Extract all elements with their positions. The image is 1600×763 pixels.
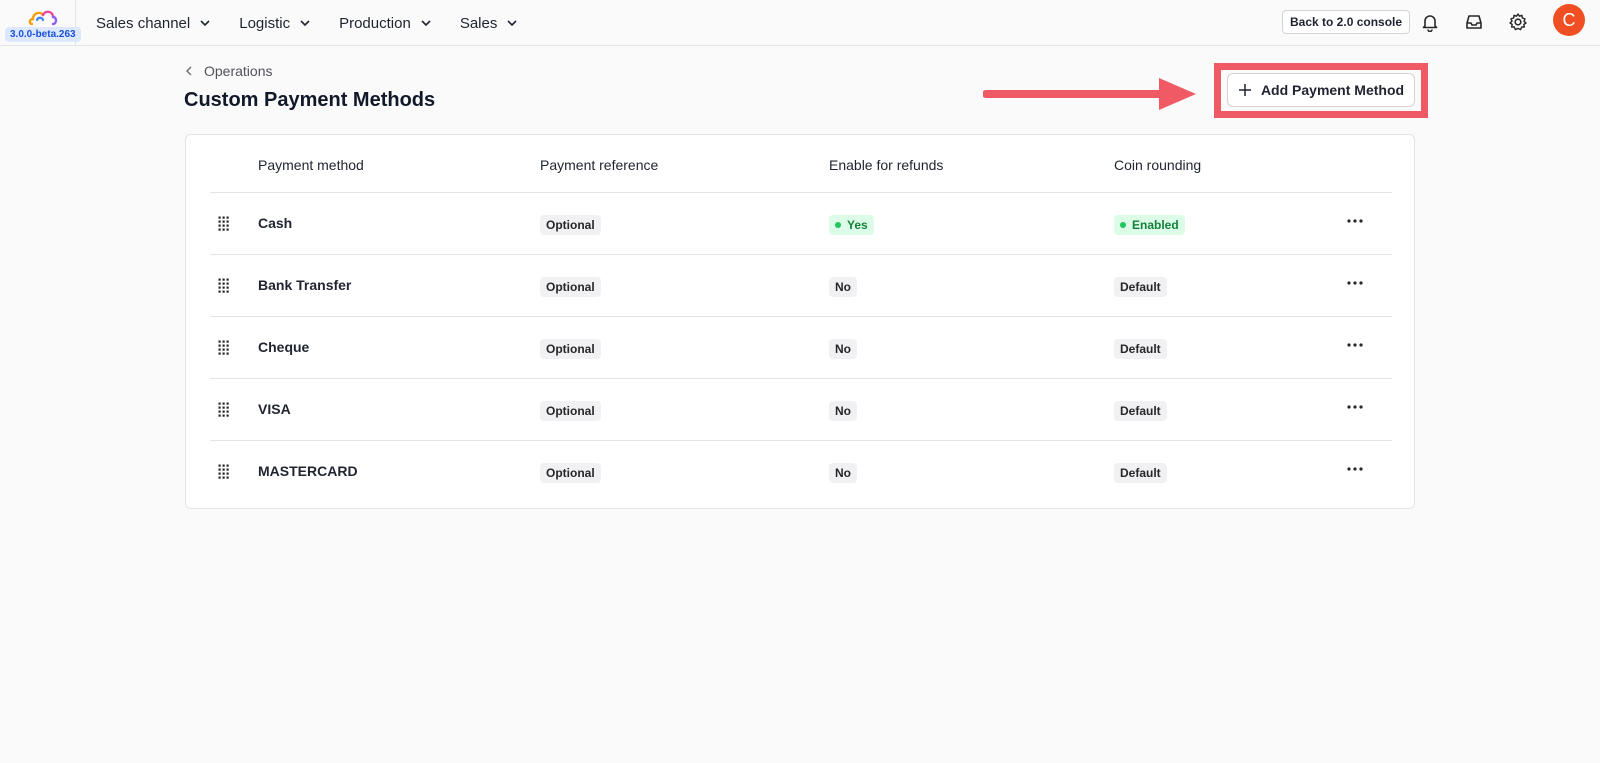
chevron-down-icon bbox=[200, 20, 210, 27]
more-options-icon[interactable] bbox=[1346, 215, 1364, 227]
badge-label: Default bbox=[1120, 342, 1161, 356]
table-header: Payment method Payment reference Enable … bbox=[210, 135, 1392, 193]
table-row[interactable]: VISA Optional No Default bbox=[210, 379, 1392, 441]
badge-label: Default bbox=[1120, 466, 1161, 480]
table-row[interactable]: MASTERCARD Optional No Default bbox=[210, 441, 1392, 503]
nav-label: Sales bbox=[459, 14, 498, 32]
badge-label: Default bbox=[1120, 404, 1161, 418]
badge-label: Default bbox=[1120, 280, 1161, 294]
payment-reference-badge: Optional bbox=[540, 401, 601, 421]
top-bar: 3.0.0-beta.263 Sales channel Logistic Pr… bbox=[0, 0, 1600, 46]
main-nav: Sales channel Logistic Production Sales bbox=[96, 0, 546, 46]
page-title: Custom Payment Methods bbox=[184, 89, 436, 111]
column-header-payment-reference: Payment reference bbox=[540, 157, 659, 173]
logo-area[interactable]: 3.0.0-beta.263 bbox=[0, 0, 81, 46]
badge-label: Optional bbox=[546, 218, 595, 232]
coin-rounding-badge: Default bbox=[1114, 463, 1167, 483]
payment-method-name: Bank Transfer bbox=[258, 277, 352, 293]
nav-sales[interactable]: Sales bbox=[460, 15, 519, 32]
payment-reference-badge: Optional bbox=[540, 277, 601, 297]
badge-label: Yes bbox=[847, 218, 868, 232]
add-button-label: Add Payment Method bbox=[1260, 82, 1405, 98]
drag-handle-icon[interactable] bbox=[218, 402, 230, 418]
arrow-right-icon bbox=[983, 78, 1196, 110]
bell-icon[interactable] bbox=[1420, 12, 1440, 32]
table-row[interactable]: Cash Optional Yes Enabled bbox=[210, 193, 1392, 255]
cloud-logo-icon bbox=[28, 10, 58, 26]
payment-methods-table: Payment method Payment reference Enable … bbox=[185, 134, 1415, 509]
chevron-down-icon bbox=[507, 20, 517, 27]
chevron-down-icon bbox=[300, 20, 310, 27]
badge-label: No bbox=[835, 342, 851, 356]
table-row[interactable]: Bank Transfer Optional No Default bbox=[210, 255, 1392, 317]
back-to-console-button[interactable]: Back to 2.0 console bbox=[1282, 10, 1411, 34]
breadcrumb[interactable]: Operations bbox=[184, 63, 272, 79]
more-options-icon[interactable] bbox=[1346, 339, 1364, 351]
refunds-status-badge: No bbox=[829, 401, 857, 421]
coin-rounding-badge: Default bbox=[1114, 401, 1167, 421]
add-payment-method-button[interactable]: Add Payment Method bbox=[1227, 73, 1415, 107]
coin-rounding-badge: Default bbox=[1114, 339, 1167, 359]
inbox-icon[interactable] bbox=[1464, 12, 1484, 32]
drag-handle-icon[interactable] bbox=[218, 278, 230, 294]
version-badge: 3.0.0-beta.263 bbox=[5, 27, 81, 42]
badge-label: No bbox=[835, 280, 851, 294]
badge-label: Optional bbox=[546, 342, 595, 356]
payment-reference-badge: Optional bbox=[540, 215, 601, 235]
badge-label: Optional bbox=[546, 466, 595, 480]
payment-method-name: MASTERCARD bbox=[258, 463, 358, 479]
badge-label: Enabled bbox=[1132, 218, 1179, 232]
payment-reference-badge: Optional bbox=[540, 463, 601, 483]
avatar[interactable]: C bbox=[1553, 4, 1585, 36]
status-dot-icon bbox=[1120, 222, 1126, 228]
nav-sales-channel[interactable]: Sales channel bbox=[96, 15, 211, 32]
column-header-enable-refunds: Enable for refunds bbox=[829, 157, 944, 173]
nav-label: Sales channel bbox=[96, 14, 191, 32]
badge-label: Optional bbox=[546, 404, 595, 418]
drag-handle-icon[interactable] bbox=[218, 464, 230, 480]
breadcrumb-label: Operations bbox=[204, 63, 273, 79]
nav-logistic[interactable]: Logistic bbox=[239, 15, 311, 32]
column-header-payment-method: Payment method bbox=[258, 157, 364, 173]
status-dot-icon bbox=[835, 222, 841, 228]
payment-method-name: VISA bbox=[258, 401, 291, 417]
refunds-status-badge: No bbox=[829, 277, 857, 297]
more-options-icon[interactable] bbox=[1346, 401, 1364, 413]
column-header-coin-rounding: Coin rounding bbox=[1114, 157, 1202, 173]
refunds-status-badge: Yes bbox=[829, 215, 874, 235]
more-options-icon[interactable] bbox=[1346, 277, 1364, 289]
badge-label: No bbox=[835, 404, 851, 418]
nav-label: Logistic bbox=[239, 14, 291, 32]
chevron-left-icon bbox=[185, 66, 192, 76]
payment-method-name: Cheque bbox=[258, 339, 310, 355]
chevron-down-icon bbox=[421, 20, 431, 27]
table-row[interactable]: Cheque Optional No Default bbox=[210, 317, 1392, 379]
payment-reference-badge: Optional bbox=[540, 339, 601, 359]
drag-handle-icon[interactable] bbox=[218, 340, 230, 356]
coin-rounding-badge: Enabled bbox=[1114, 215, 1185, 235]
nav-label: Production bbox=[339, 14, 411, 32]
refunds-status-badge: No bbox=[829, 339, 857, 359]
plus-icon bbox=[1238, 84, 1251, 96]
coin-rounding-badge: Default bbox=[1114, 277, 1167, 297]
drag-handle-icon[interactable] bbox=[218, 216, 230, 232]
more-options-icon[interactable] bbox=[1346, 463, 1364, 475]
badge-label: Optional bbox=[546, 280, 595, 294]
nav-production[interactable]: Production bbox=[339, 15, 432, 32]
refunds-status-badge: No bbox=[829, 463, 857, 483]
badge-label: No bbox=[835, 466, 851, 480]
payment-method-name: Cash bbox=[258, 215, 293, 231]
gear-icon[interactable] bbox=[1508, 12, 1528, 32]
